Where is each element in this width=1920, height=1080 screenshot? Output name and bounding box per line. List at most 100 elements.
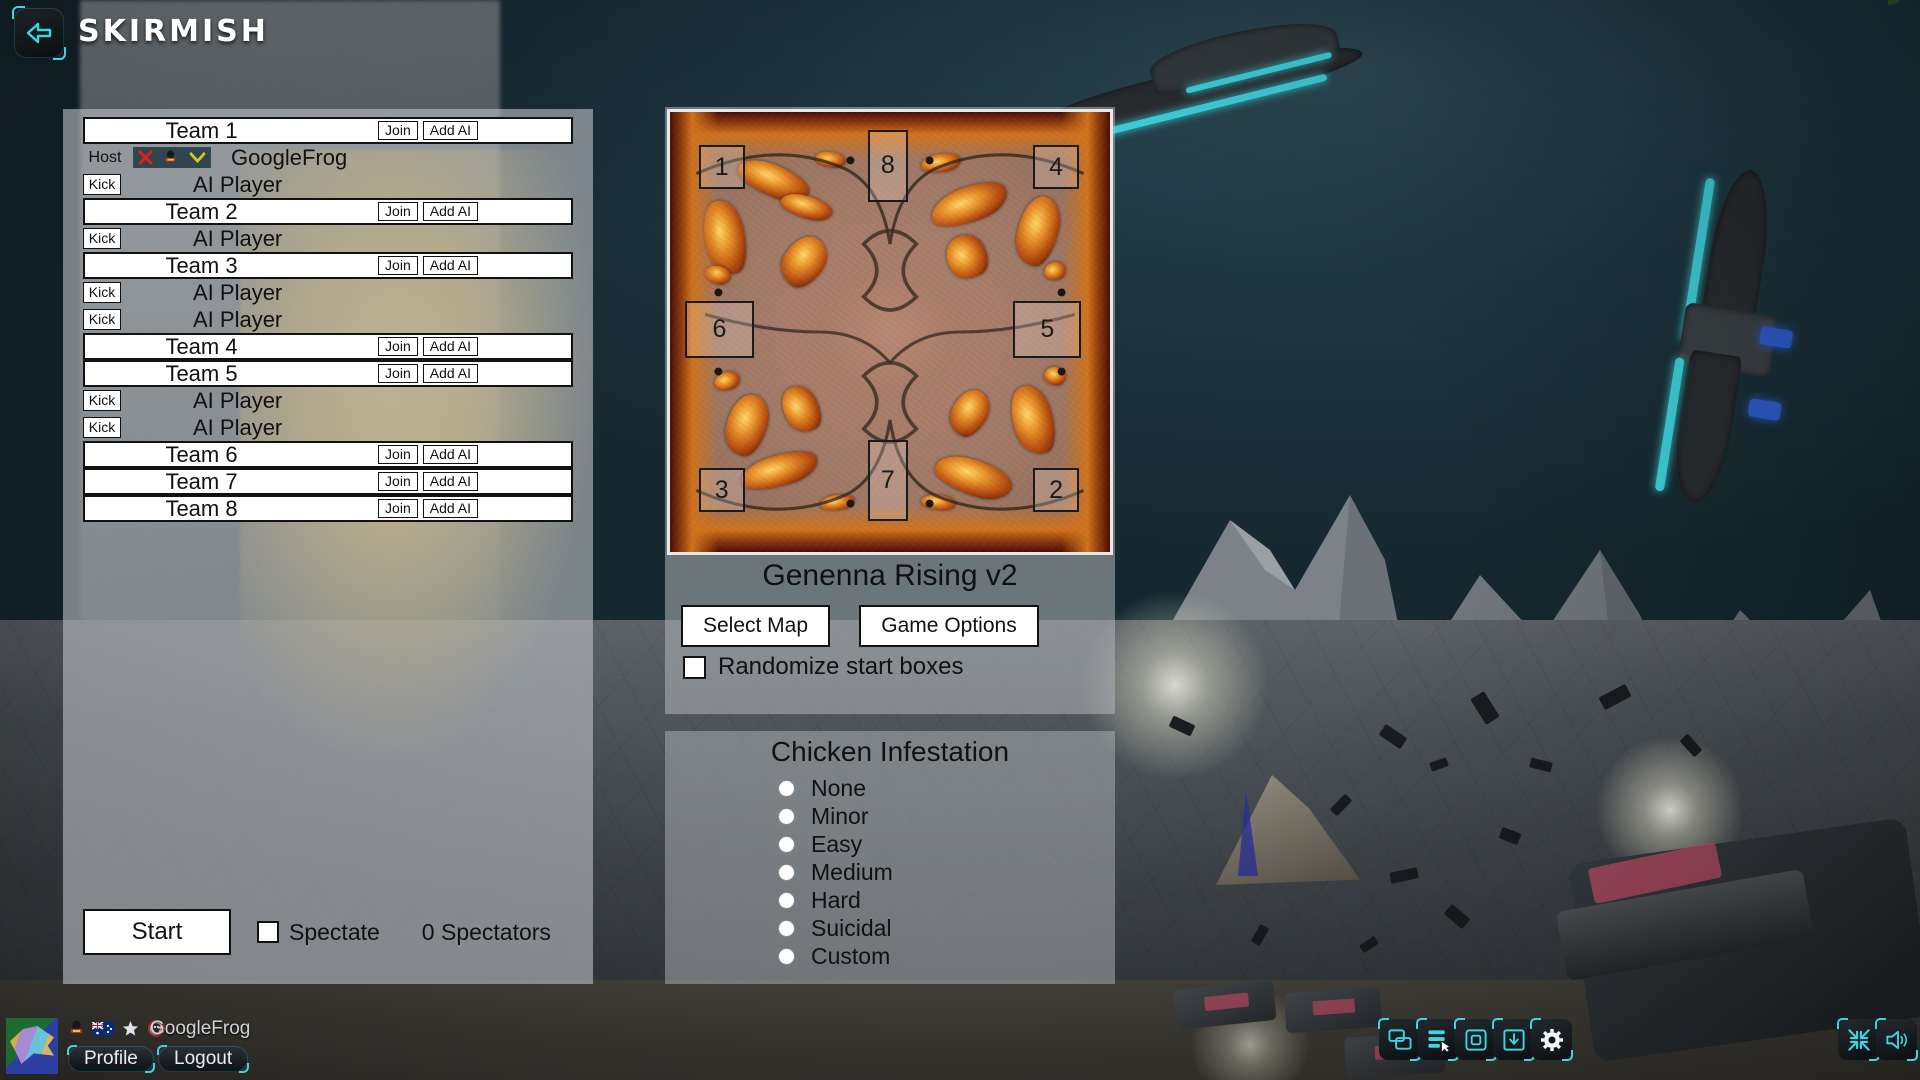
radio-suicidal[interactable] bbox=[778, 919, 795, 937]
join-button[interactable]: Join bbox=[378, 256, 418, 275]
start-box-6[interactable]: 6 bbox=[685, 301, 754, 359]
player-name: AI Player bbox=[193, 225, 283, 251]
add-ai-button[interactable]: Add AI bbox=[422, 499, 478, 518]
volume-icon bbox=[1885, 1030, 1907, 1049]
spectate-checkbox[interactable] bbox=[257, 921, 279, 943]
logout-label: Logout bbox=[174, 1048, 233, 1069]
screenshot-button[interactable] bbox=[1454, 1018, 1497, 1061]
join-button[interactable]: Join bbox=[378, 445, 418, 464]
player-row: Host GoogleFrog bbox=[83, 144, 573, 171]
team-header-row: Team 6 Join Add AI bbox=[83, 441, 573, 468]
player-row: Kick AI Player bbox=[83, 279, 573, 306]
add-ai-button[interactable]: Add AI bbox=[422, 202, 478, 221]
volume-button[interactable] bbox=[1875, 1018, 1918, 1061]
team-header-row: Team 1 Join Add AI bbox=[83, 117, 573, 144]
join-button[interactable]: Join bbox=[378, 364, 418, 383]
chicken-option-label: None bbox=[811, 774, 866, 801]
back-button[interactable] bbox=[12, 6, 66, 60]
chicken-option-label: Custom bbox=[811, 942, 891, 969]
kick-button[interactable]: Kick bbox=[83, 309, 121, 330]
player-name: AI Player bbox=[193, 387, 283, 413]
playerlist-button[interactable] bbox=[1416, 1018, 1459, 1061]
radio-custom[interactable] bbox=[778, 947, 795, 965]
radio-minor[interactable] bbox=[778, 807, 795, 825]
bird-avatar-icon bbox=[10, 1026, 54, 1064]
start-box-8[interactable]: 8 bbox=[868, 129, 908, 203]
host-label: Host bbox=[88, 148, 122, 166]
join-button[interactable]: Join bbox=[378, 472, 418, 491]
player-name: AI Player bbox=[193, 171, 283, 197]
radio-easy[interactable] bbox=[778, 835, 795, 853]
add-ai-button[interactable]: Add AI bbox=[422, 337, 478, 356]
clan-icon bbox=[71, 1020, 82, 1033]
chicken-option-row[interactable]: Suicidal bbox=[778, 914, 1115, 942]
playerlist-icon bbox=[1427, 1029, 1449, 1052]
start-button[interactable]: Start bbox=[83, 909, 231, 955]
start-box-7[interactable]: 7 bbox=[868, 439, 908, 522]
join-button[interactable]: Join bbox=[378, 121, 418, 140]
chat-button[interactable] bbox=[1378, 1018, 1421, 1061]
team-name: Team 8 bbox=[165, 496, 238, 521]
start-box-4[interactable]: 4 bbox=[1033, 145, 1080, 189]
chicken-option-row[interactable]: Easy bbox=[778, 830, 1115, 858]
avatar[interactable] bbox=[6, 1018, 58, 1074]
minimize-button[interactable] bbox=[1837, 1018, 1880, 1061]
chicken-option-row[interactable]: Medium bbox=[778, 858, 1115, 886]
start-box-3[interactable]: 3 bbox=[698, 468, 745, 513]
corner-decor bbox=[53, 47, 66, 60]
add-ai-button[interactable]: Add AI bbox=[422, 121, 478, 140]
radio-medium[interactable] bbox=[778, 863, 795, 881]
join-button[interactable]: Join bbox=[378, 337, 418, 356]
corner-decor bbox=[144, 1063, 155, 1073]
yellow-chevron-icon bbox=[189, 152, 206, 163]
start-box-5[interactable]: 5 bbox=[1013, 301, 1082, 359]
kick-button[interactable]: Kick bbox=[83, 390, 121, 411]
kick-button[interactable]: Kick bbox=[83, 174, 121, 195]
game-options-button[interactable]: Game Options bbox=[859, 605, 1039, 647]
kick-button[interactable]: Kick bbox=[83, 228, 121, 249]
chicken-option-row[interactable]: Minor bbox=[778, 802, 1115, 830]
add-ai-button[interactable]: Add AI bbox=[422, 256, 478, 275]
map-panel: 1 8 4 6 5 3 7 2 Genenna Rising v2 Select Map Ga… bbox=[665, 107, 1115, 714]
header-bar: SKIRMISH bbox=[0, 0, 1920, 64]
username: GoogleFrog bbox=[150, 1018, 251, 1039]
radio-none[interactable] bbox=[778, 779, 795, 797]
chicken-option-label: Medium bbox=[811, 858, 893, 885]
add-ai-button[interactable]: Add AI bbox=[422, 364, 478, 383]
add-ai-button[interactable]: Add AI bbox=[422, 472, 478, 491]
team-name: Team 6 bbox=[165, 442, 238, 467]
red-x-icon[interactable] bbox=[138, 150, 153, 165]
chat-icon bbox=[1387, 1028, 1412, 1050]
randomize-checkbox[interactable] bbox=[683, 655, 706, 679]
chicken-option-row[interactable]: None bbox=[778, 774, 1115, 802]
chicken-title: Chicken Infestation bbox=[770, 736, 1010, 767]
player-name: AI Player bbox=[193, 414, 283, 440]
logout-button[interactable]: Logout bbox=[157, 1045, 250, 1073]
player-row: Kick AI Player bbox=[83, 306, 573, 333]
radio-hard[interactable] bbox=[778, 891, 795, 909]
settings-button[interactable] bbox=[1530, 1018, 1573, 1061]
start-box-2[interactable]: 2 bbox=[1033, 468, 1080, 513]
randomize-start-boxes-row: Randomize start boxes bbox=[683, 653, 963, 681]
player-name: GoogleFrog bbox=[231, 144, 348, 170]
corner-decor bbox=[157, 1045, 167, 1055]
team-header-row: Team 4 Join Add AI bbox=[83, 333, 573, 360]
chicken-option-label: Minor bbox=[811, 802, 869, 829]
team-name: Team 2 bbox=[165, 199, 238, 224]
kick-button[interactable]: Kick bbox=[83, 282, 121, 303]
start-box-1[interactable]: 1 bbox=[698, 145, 745, 189]
downloads-button[interactable] bbox=[1492, 1018, 1535, 1061]
map-preview[interactable]: 1 8 4 6 5 3 7 2 bbox=[667, 109, 1113, 555]
profile-button[interactable]: Profile bbox=[67, 1045, 155, 1073]
chicken-option-label: Hard bbox=[811, 886, 861, 913]
join-button[interactable]: Join bbox=[378, 202, 418, 221]
kick-button[interactable]: Kick bbox=[83, 417, 121, 438]
chicken-option-row[interactable]: Hard bbox=[778, 886, 1115, 914]
player-name: AI Player bbox=[193, 279, 283, 305]
select-map-button[interactable]: Select Map bbox=[681, 605, 830, 647]
team-header-row: Team 5 Join Add AI bbox=[83, 360, 573, 387]
add-ai-button[interactable]: Add AI bbox=[422, 445, 478, 464]
chicken-option-row[interactable]: Custom bbox=[778, 942, 1115, 970]
join-button[interactable]: Join bbox=[378, 499, 418, 518]
clan-icon bbox=[166, 150, 176, 162]
